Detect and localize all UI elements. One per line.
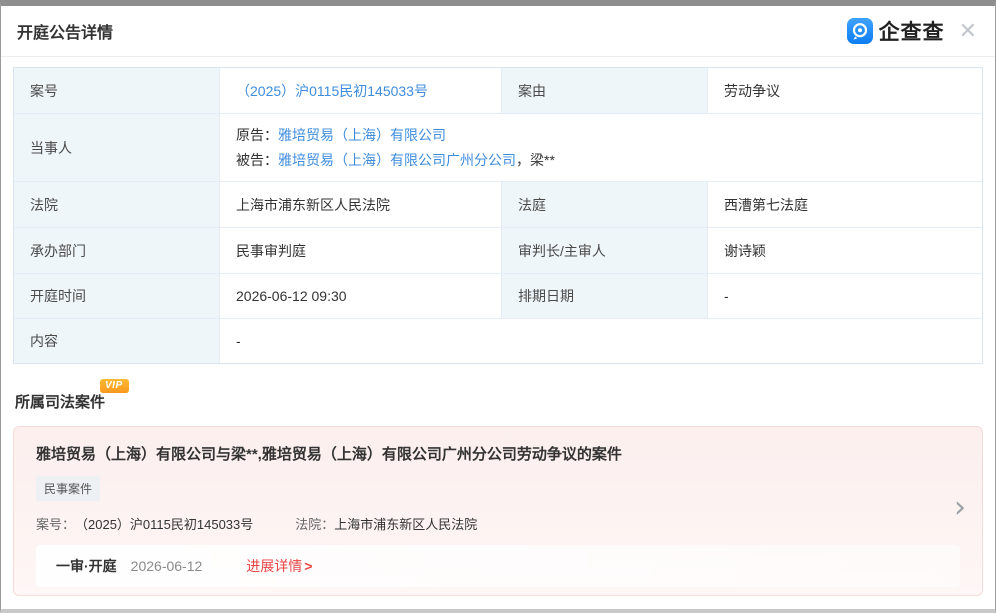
vip-badge: VIP <box>100 379 129 393</box>
court-announcement-dialog: 开庭公告详情 企查查 <box>0 0 996 613</box>
related-case-section-head: VIP 所属司法案件 <box>15 391 105 412</box>
defendant-role-label: 被告： <box>236 152 278 168</box>
progress-detail-link[interactable]: 进展详情> <box>246 556 312 576</box>
card-case-number-value: （2025）沪0115民初145033号 <box>75 514 253 533</box>
department-label: 承办部门 <box>14 228 219 273</box>
court-value: 上海市浦东新区人民法院 <box>220 182 501 227</box>
qichacha-logo-icon <box>847 18 873 44</box>
defendant-line: 被告：雅培贸易（上海）有限公司广州分公司，梁** <box>236 148 555 173</box>
plaintiff-company-link[interactable]: 雅培贸易（上海）有限公司 <box>278 127 446 143</box>
progress-chevron-icon: > <box>304 558 312 574</box>
cause-value: 劳动争议 <box>708 68 982 113</box>
department-value: 民事审判庭 <box>220 228 501 273</box>
close-icon[interactable]: ✕ <box>955 18 981 44</box>
content-label: 内容 <box>14 319 219 363</box>
case-meta-row: 案号： （2025）沪0115民初145033号 法院： 上海市浦东新区人民法院 <box>36 514 960 533</box>
case-number-label: 案号 <box>14 68 219 113</box>
brand-name: 企查查 <box>879 16 945 46</box>
courtroom-value: 西漕第七法庭 <box>708 182 982 227</box>
case-title: 雅培贸易（上海）有限公司与梁**,雅培贸易（上海）有限公司广州分公司劳动争议的案… <box>36 443 960 464</box>
courtroom-label: 法庭 <box>502 182 707 227</box>
card-case-number-label: 案号： <box>36 514 75 533</box>
cause-label: 案由 <box>502 68 707 113</box>
related-case-section-title: 所属司法案件 <box>15 394 105 411</box>
parties-value: 原告：雅培贸易（上海）有限公司 被告：雅培贸易（上海）有限公司广州分公司，梁** <box>220 114 982 181</box>
case-timeline-bar: 一审·开庭 2026-06-12 进展详情> <box>36 545 960 587</box>
defendant-company-link[interactable]: 雅培贸易（上海）有限公司广州分公司 <box>278 152 516 168</box>
card-court-label: 法院： <box>295 514 334 533</box>
case-number-value: （2025）沪0115民初145033号 <box>220 68 501 113</box>
header-right: 企查查 ✕ <box>847 16 981 46</box>
court-label: 法院 <box>14 182 219 227</box>
card-court-value: 上海市浦东新区人民法院 <box>334 514 477 533</box>
dialog-body: 案号 （2025）沪0115民初145033号 案由 劳动争议 当事人 原告：雅… <box>1 67 995 596</box>
announcement-detail-table: 案号 （2025）沪0115民初145033号 案由 劳动争议 当事人 原告：雅… <box>13 67 983 364</box>
schedule-date-value: - <box>708 274 982 318</box>
page-title: 开庭公告详情 <box>17 19 113 43</box>
defendant-person: ，梁** <box>516 152 555 168</box>
case-type-badge: 民事案件 <box>36 476 100 501</box>
meta-spacer <box>253 514 295 533</box>
judge-value: 谢诗颖 <box>708 228 982 273</box>
parties-label: 当事人 <box>14 114 219 181</box>
dialog-header: 开庭公告详情 企查查 <box>1 6 995 57</box>
hearing-time-label: 开庭时间 <box>14 274 219 318</box>
plaintiff-role-label: 原告： <box>236 127 278 143</box>
case-number-link[interactable]: （2025）沪0115民初145033号 <box>236 81 428 101</box>
related-case-card[interactable]: 雅培贸易（上海）有限公司与梁**,雅培贸易（上海）有限公司广州分公司劳动争议的案… <box>13 426 983 596</box>
case-stage-date: 2026-06-12 <box>131 558 203 574</box>
content-value: - <box>220 319 982 363</box>
judge-label: 审判长/主审人 <box>502 228 707 273</box>
case-stage: 一审·开庭 <box>56 556 117 576</box>
plaintiff-line: 原告：雅培贸易（上海）有限公司 <box>236 123 446 148</box>
chevron-right-icon[interactable]: › <box>954 493 966 523</box>
qichacha-brand: 企查查 <box>847 16 945 46</box>
hearing-time-value: 2026-06-12 09:30 <box>220 274 501 318</box>
schedule-date-label: 排期日期 <box>502 274 707 318</box>
